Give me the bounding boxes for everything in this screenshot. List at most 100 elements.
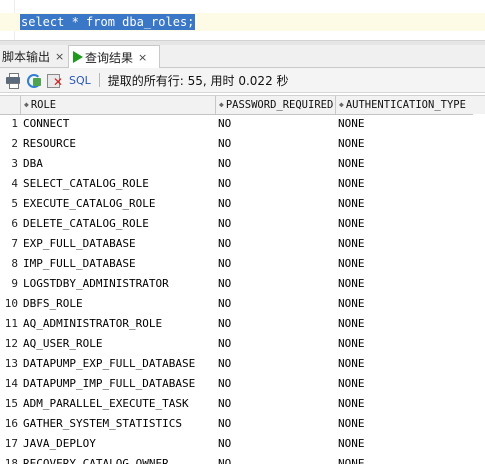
table-row[interactable]: 14 DATAPUMP_IMP_FULL_DATABASE NO NONE: [0, 374, 485, 394]
cell-authentication-type[interactable]: NONE: [338, 334, 468, 354]
cell-password-required[interactable]: NO: [218, 254, 333, 274]
cell-password-required[interactable]: NO: [218, 414, 333, 434]
cell-role[interactable]: DBA: [23, 154, 213, 174]
cell-password-required[interactable]: NO: [218, 194, 333, 214]
cell-role[interactable]: LOGSTDBY_ADMINISTRATOR: [23, 274, 213, 294]
cell-password-required[interactable]: NO: [218, 314, 333, 334]
sql-statement[interactable]: select * from dba_roles;: [20, 14, 196, 30]
sort-icon: ◆: [219, 100, 224, 109]
cell-password-required[interactable]: NO: [218, 374, 333, 394]
row-number: 17: [4, 437, 18, 450]
fetch-status: 提取的所有行: 55, 用时 0.022 秒: [107, 73, 289, 88]
cell-role[interactable]: EXP_FULL_DATABASE: [23, 234, 213, 254]
table-row[interactable]: 8 IMP_FULL_DATABASE NO NONE: [0, 254, 485, 274]
cell-role[interactable]: CONNECT: [23, 114, 213, 134]
cell-role[interactable]: JAVA_DEPLOY: [23, 434, 213, 454]
table-row[interactable]: 18 RECOVERY_CATALOG_OWNER NO NONE: [0, 454, 485, 464]
table-row[interactable]: 1 CONNECT NO NONE: [0, 114, 485, 134]
cell-authentication-type[interactable]: NONE: [338, 454, 468, 464]
tab-query-result[interactable]: 查询结果 ×: [68, 45, 160, 68]
cell-role[interactable]: DATAPUMP_IMP_FULL_DATABASE: [23, 374, 213, 394]
tab-label: 查询结果: [85, 50, 134, 65]
cell-password-required[interactable]: NO: [218, 294, 333, 314]
row-number: 13: [4, 357, 18, 370]
table-row[interactable]: 11 AQ_ADMINISTRATOR_ROLE NO NONE: [0, 314, 485, 334]
cell-role[interactable]: GATHER_SYSTEM_STATISTICS: [23, 414, 213, 434]
sql-button[interactable]: SQL: [69, 74, 91, 87]
sql-editor[interactable]: select * from dba_roles;: [0, 0, 485, 40]
table-row[interactable]: 3 DBA NO NONE: [0, 154, 485, 174]
cell-authentication-type[interactable]: NONE: [338, 294, 468, 314]
row-number: 16: [4, 417, 18, 430]
cell-password-required[interactable]: NO: [218, 134, 333, 154]
cell-password-required[interactable]: NO: [218, 114, 333, 134]
table-row[interactable]: 13 DATAPUMP_EXP_FULL_DATABASE NO NONE: [0, 354, 485, 374]
cell-password-required[interactable]: NO: [218, 434, 333, 454]
cell-authentication-type[interactable]: NONE: [338, 254, 468, 274]
grid-header: ◆ ROLE ◆ PASSWORD_REQUIRED ◆ AUTHENTICATION…: [0, 95, 485, 115]
row-number: 11: [4, 317, 18, 330]
cancel-query-icon[interactable]: ✕: [47, 72, 63, 88]
row-number: 5: [11, 197, 18, 210]
cell-authentication-type[interactable]: NONE: [338, 434, 468, 454]
table-row[interactable]: 17 JAVA_DEPLOY NO NONE: [0, 434, 485, 454]
cell-role[interactable]: AQ_USER_ROLE: [23, 334, 213, 354]
cell-authentication-type[interactable]: NONE: [338, 414, 468, 434]
run-statement-icon: [73, 51, 83, 63]
table-row[interactable]: 15 ADM_PARALLEL_EXECUTE_TASK NO NONE: [0, 394, 485, 414]
close-icon[interactable]: ×: [138, 51, 147, 64]
table-row[interactable]: 10 DBFS_ROLE NO NONE: [0, 294, 485, 314]
result-grid[interactable]: 1 CONNECT NO NONE 2 RESOURCE NO NONE 3 DBA NO NON…: [0, 114, 485, 464]
cell-password-required[interactable]: NO: [218, 334, 333, 354]
table-row[interactable]: 2 RESOURCE NO NONE: [0, 134, 485, 154]
cell-role[interactable]: DELETE_CATALOG_ROLE: [23, 214, 213, 234]
cell-password-required[interactable]: NO: [218, 214, 333, 234]
cell-password-required[interactable]: NO: [218, 394, 333, 414]
cell-password-required[interactable]: NO: [218, 234, 333, 254]
cell-authentication-type[interactable]: NONE: [338, 354, 468, 374]
cell-password-required[interactable]: NO: [218, 174, 333, 194]
cell-authentication-type[interactable]: NONE: [338, 114, 468, 134]
table-row[interactable]: 9 LOGSTDBY_ADMINISTRATOR NO NONE: [0, 274, 485, 294]
cell-authentication-type[interactable]: NONE: [338, 154, 468, 174]
table-row[interactable]: 5 EXECUTE_CATALOG_ROLE NO NONE: [0, 194, 485, 214]
cell-authentication-type[interactable]: NONE: [338, 394, 468, 414]
table-row[interactable]: 7 EXP_FULL_DATABASE NO NONE: [0, 234, 485, 254]
column-header-password-required[interactable]: ◆ PASSWORD_REQUIRED: [215, 96, 334, 114]
cell-role[interactable]: DBFS_ROLE: [23, 294, 213, 314]
close-icon[interactable]: ×: [55, 50, 64, 63]
cell-role[interactable]: DATAPUMP_EXP_FULL_DATABASE: [23, 354, 213, 374]
cell-password-required[interactable]: NO: [218, 354, 333, 374]
row-number: 9: [11, 277, 18, 290]
cell-authentication-type[interactable]: NONE: [338, 174, 468, 194]
cell-authentication-type[interactable]: NONE: [338, 214, 468, 234]
column-header-authentication-type[interactable]: ◆ AUTHENTICATION_TYPE: [335, 96, 468, 114]
cell-password-required[interactable]: NO: [218, 454, 333, 464]
vertical-scrollbar[interactable]: [473, 114, 485, 464]
table-row[interactable]: 4 SELECT_CATALOG_ROLE NO NONE: [0, 174, 485, 194]
cell-authentication-type[interactable]: NONE: [338, 134, 468, 154]
cell-authentication-type[interactable]: NONE: [338, 234, 468, 254]
cell-authentication-type[interactable]: NONE: [338, 374, 468, 394]
sort-icon: ◆: [24, 100, 29, 109]
cell-role[interactable]: ADM_PARALLEL_EXECUTE_TASK: [23, 394, 213, 414]
column-header-role[interactable]: ◆ ROLE: [20, 96, 216, 114]
cell-role[interactable]: RESOURCE: [23, 134, 213, 154]
table-row[interactable]: 6 DELETE_CATALOG_ROLE NO NONE: [0, 214, 485, 234]
cell-role[interactable]: EXECUTE_CATALOG_ROLE: [23, 194, 213, 214]
cell-role[interactable]: RECOVERY_CATALOG_OWNER: [23, 454, 213, 464]
refresh-icon[interactable]: [26, 72, 42, 88]
table-row[interactable]: 16 GATHER_SYSTEM_STATISTICS NO NONE: [0, 414, 485, 434]
cell-role[interactable]: AQ_ADMINISTRATOR_ROLE: [23, 314, 213, 334]
cell-password-required[interactable]: NO: [218, 274, 333, 294]
tab-label: 脚本输出: [2, 49, 51, 64]
table-row[interactable]: 12 AQ_USER_ROLE NO NONE: [0, 334, 485, 354]
cell-authentication-type[interactable]: NONE: [338, 314, 468, 334]
cell-role[interactable]: IMP_FULL_DATABASE: [23, 254, 213, 274]
cell-password-required[interactable]: NO: [218, 154, 333, 174]
tab-script-output[interactable]: 脚本输出 ×: [0, 45, 66, 67]
cell-role[interactable]: SELECT_CATALOG_ROLE: [23, 174, 213, 194]
cell-authentication-type[interactable]: NONE: [338, 274, 468, 294]
cell-authentication-type[interactable]: NONE: [338, 194, 468, 214]
print-icon[interactable]: [5, 72, 21, 89]
